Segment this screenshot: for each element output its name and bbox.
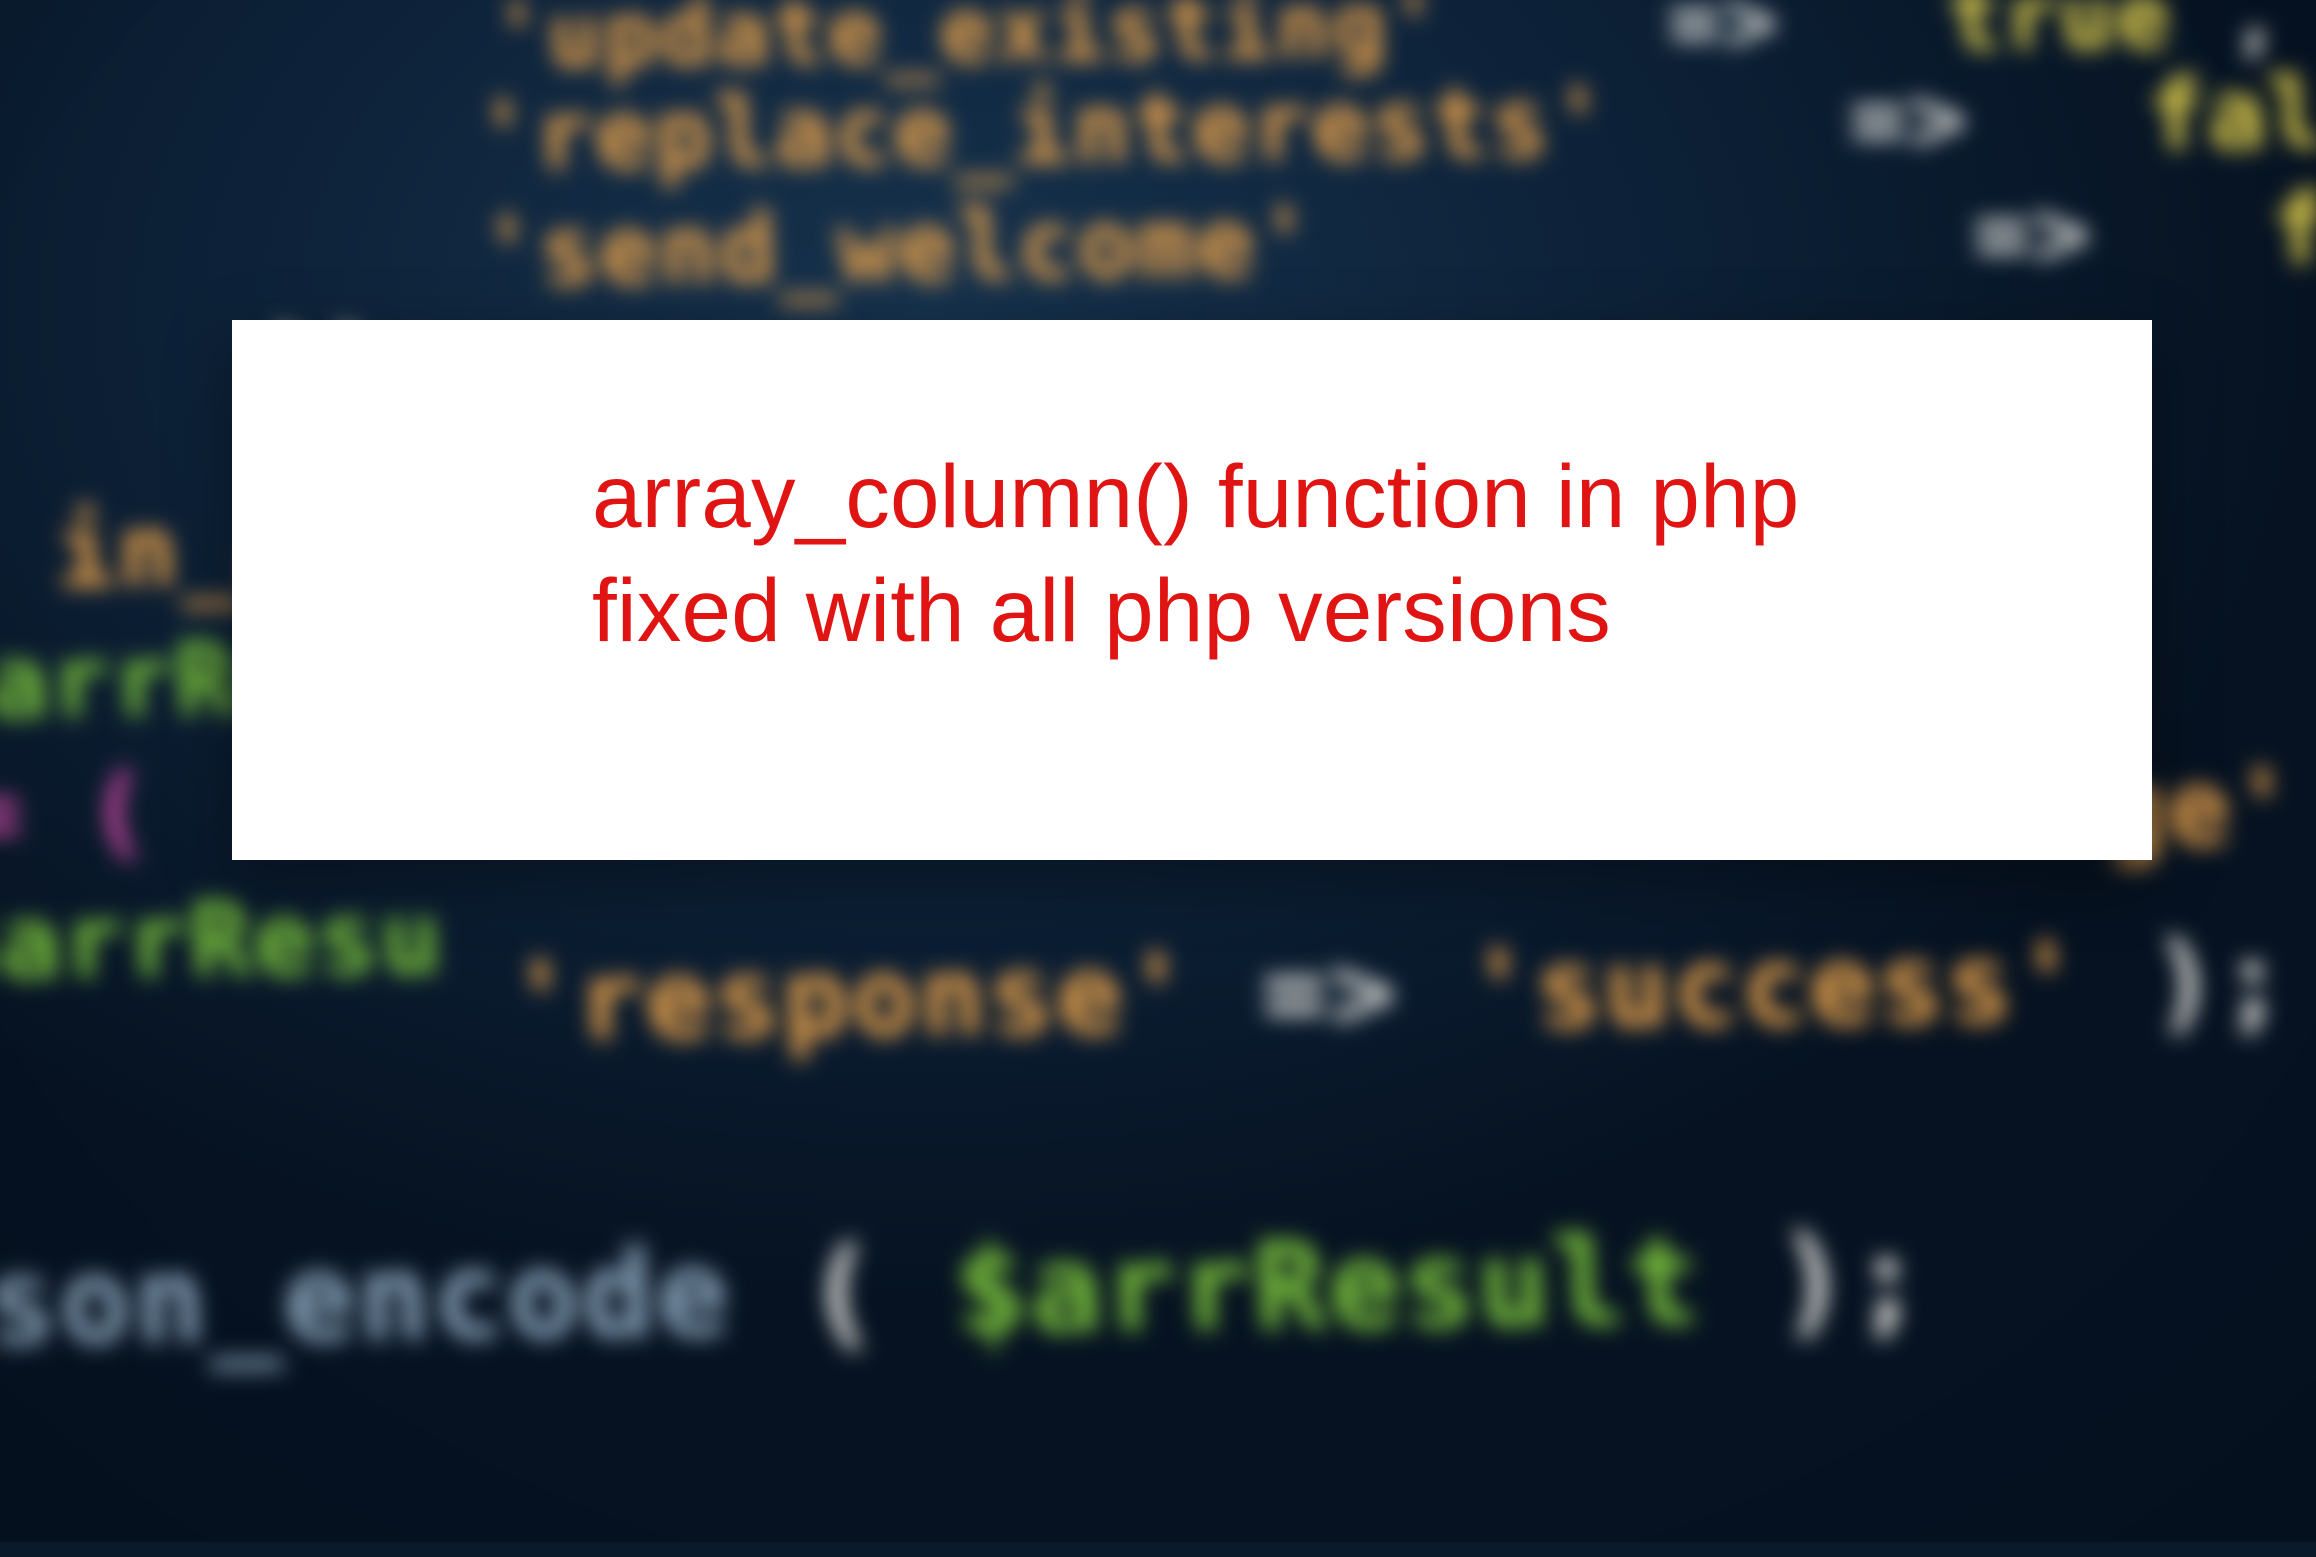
code-paren: ( xyxy=(803,1223,883,1363)
title-line-1: array_column() function in php xyxy=(592,446,1799,546)
code-end: ); xyxy=(2149,916,2291,1046)
code-space xyxy=(2026,61,2090,174)
code-line-7: $arrResu xyxy=(0,879,446,1004)
code-fn: json_encode xyxy=(0,1225,734,1374)
title-line-2: fixed with all php versions xyxy=(592,560,1611,660)
code-arrow: => xyxy=(1665,0,1781,75)
code-arrow xyxy=(1497,0,1613,77)
code-val xyxy=(1833,0,1893,73)
code-line-6: = ( xyxy=(0,752,153,873)
code-space xyxy=(2150,175,2214,288)
stage: 'update_existing' => true , 'replace_int… xyxy=(0,0,2316,1542)
code-line-10: json_encode ( $arrResult ); xyxy=(0,1211,1928,1375)
code-val: false xyxy=(2269,171,2316,287)
code-line-2: 'send_welcome' => false , xyxy=(477,169,2316,308)
code-space xyxy=(1373,179,1915,297)
title-banner: array_column() function in php fixed wit… xyxy=(232,320,2152,860)
code-val: false xyxy=(2146,56,2316,172)
title-text: array_column() function in php fixed wit… xyxy=(592,440,2032,668)
code-close: ); xyxy=(1774,1211,1929,1352)
code-var: $arrResult xyxy=(952,1213,1704,1361)
code-var: $arrResu xyxy=(0,879,446,1004)
code-line-8: 'response' => 'success' ); xyxy=(506,916,2291,1066)
code-key: 'replace_interests' xyxy=(473,67,1612,193)
code-val: 'success' xyxy=(1464,919,2085,1054)
code-key: 'send_welcome' xyxy=(477,186,1318,308)
code-space xyxy=(1668,65,1792,178)
code-arrow: => xyxy=(1847,62,1971,175)
code-arrow: => xyxy=(1259,927,1401,1057)
code-key: 'response' xyxy=(506,930,1195,1066)
code-arrow: => xyxy=(1971,177,2095,290)
code-op: = ( xyxy=(0,752,153,873)
